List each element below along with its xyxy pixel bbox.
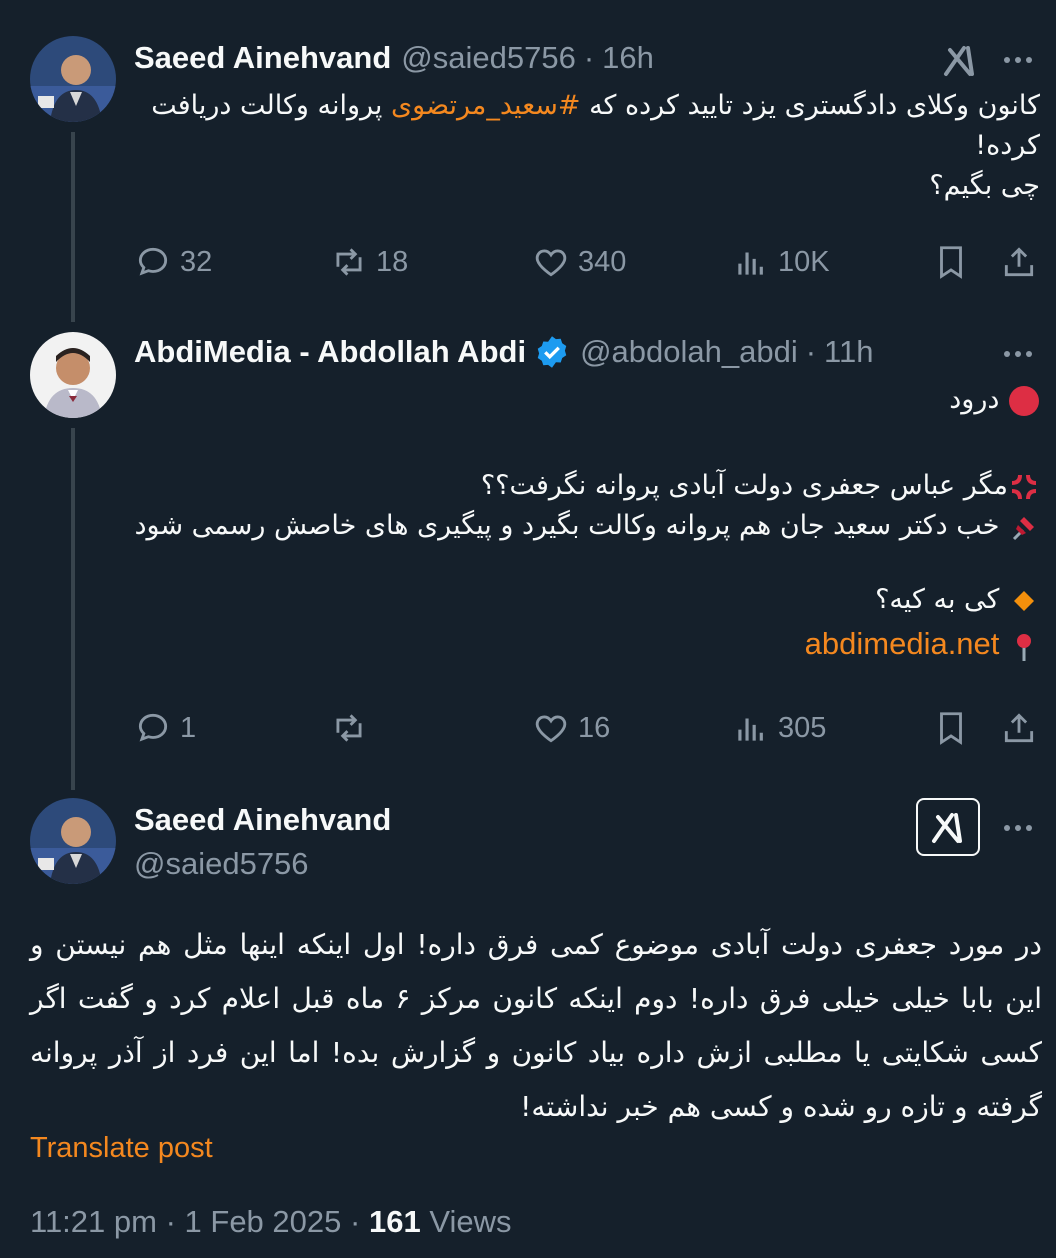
share-icon — [1004, 713, 1034, 743]
like-button[interactable]: 16 — [532, 706, 610, 750]
reply-count: 1 — [180, 711, 197, 744]
like-button[interactable]: 340 — [532, 240, 626, 284]
like-icon — [535, 249, 567, 277]
avatar[interactable] — [30, 36, 116, 122]
views-count: 10K — [778, 245, 830, 278]
translate-post-link[interactable]: Translate post — [30, 1128, 213, 1168]
repost-icon — [336, 714, 362, 742]
author-name[interactable]: Saeed Ainehvand — [134, 800, 391, 840]
verified-icon — [537, 336, 567, 368]
repost-button[interactable]: 18 — [330, 240, 408, 284]
reply-button[interactable]: 32 — [134, 240, 212, 284]
bookmark-button[interactable] — [932, 240, 970, 284]
website-link[interactable]: abdimedia.net — [805, 626, 1000, 661]
timestamp[interactable]: 11h — [824, 332, 873, 372]
like-icon — [535, 715, 567, 743]
post-date[interactable]: 1 Feb 2025 — [185, 1204, 342, 1239]
action-bar: 1 16 305 — [134, 706, 1040, 750]
grok-icon — [932, 813, 962, 843]
grok-icon[interactable] — [940, 40, 980, 80]
like-count: 340 — [578, 245, 627, 278]
timestamp[interactable]: 16h — [602, 38, 654, 78]
pushpin-icon — [1012, 516, 1034, 540]
bookmark-button[interactable] — [932, 706, 970, 750]
separator: · — [583, 40, 595, 75]
tweet-text-part: چی بگیم؟ — [929, 170, 1040, 201]
separator: · — [165, 1204, 176, 1239]
reply-count: 32 — [180, 245, 213, 278]
separator: · — [805, 334, 817, 369]
like-count: 16 — [578, 711, 611, 744]
views-label: Views — [429, 1204, 512, 1239]
author-name[interactable]: Saeed Ainehvand — [134, 38, 391, 78]
tweet-header: Saeed Ainehvand @saied5756 · 16h — [134, 38, 654, 78]
tweet-text-part: کی به کیه؟ — [875, 584, 1000, 615]
more-icon[interactable] — [1000, 336, 1036, 372]
text-line: مگر عباس جعفری دولت آبادی پروانه نگرفت؟؟ — [134, 466, 1040, 506]
tweet-text-part: مگر عباس جعفری دولت آبادی پروانه نگرفت؟؟ — [480, 470, 1008, 501]
author-handle[interactable]: @abdolah_abdi — [580, 332, 798, 372]
repost-button[interactable] — [330, 706, 376, 750]
orange-diamond-icon — [1014, 590, 1034, 611]
views-icon — [738, 718, 763, 741]
share-button[interactable] — [1000, 240, 1038, 284]
tweet-header: AbdiMedia - Abdollah Abdi @abdolah_abdi … — [134, 332, 873, 372]
avatar[interactable] — [30, 798, 116, 884]
round-pushpin-icon — [1017, 633, 1031, 661]
hashtag-link[interactable]: #سعید_مرتضوی — [391, 90, 580, 121]
reply-button[interactable]: 1 — [134, 706, 196, 750]
share-button[interactable] — [1000, 706, 1038, 750]
views-button[interactable]: 10K — [732, 240, 830, 284]
tweet-text-part: درود — [949, 384, 1000, 415]
anger-icon — [1011, 474, 1037, 499]
views-count: 161 — [368, 1204, 421, 1239]
text-line: abdimedia.net — [134, 624, 1040, 666]
author-name[interactable]: AbdiMedia - Abdollah Abdi — [134, 332, 526, 372]
tweet-text: درود مگر عباس جعفری دولت آبادی پروانه نگ… — [134, 380, 1040, 666]
more-icon[interactable] — [1000, 42, 1036, 78]
post-meta: 11:21 pm · 1 Feb 2025 · 161 Views — [30, 1202, 511, 1242]
repost-count: 18 — [376, 245, 409, 278]
red-circle-icon — [1009, 385, 1039, 416]
author-handle[interactable]: @saied5756 — [401, 38, 576, 78]
bookmark-icon — [940, 246, 962, 279]
share-icon — [1004, 247, 1034, 277]
tweet-text: کانون وکلای دادگستری یزد تایید کرده که #… — [134, 86, 1040, 206]
text-line: کی به کیه؟ — [134, 580, 1040, 620]
tweet-text-part: خب دکتر سعید جان هم پروانه وکالت بگیرد و… — [134, 510, 1000, 541]
grok-button[interactable] — [916, 798, 980, 856]
views-icon — [738, 252, 763, 275]
reply-icon — [138, 713, 168, 742]
tweet-text: در مورد جعفری دولت آبادی موضوع کمی فرق د… — [30, 928, 1042, 1123]
post-time[interactable]: 11:21 pm — [30, 1204, 157, 1239]
thread-line — [71, 428, 75, 790]
text-line: درود — [134, 380, 1040, 420]
separator: · — [350, 1204, 361, 1239]
tweet-text-part: کانون وکلای دادگستری یزد تایید کرده که — [580, 90, 1040, 121]
bookmark-icon — [940, 712, 962, 745]
avatar[interactable] — [30, 332, 116, 418]
author-handle[interactable]: @saied5756 — [134, 844, 309, 884]
views-button[interactable]: 305 — [732, 706, 826, 750]
repost-icon — [336, 248, 362, 276]
text-line: خب دکتر سعید جان هم پروانه وکالت بگیرد و… — [134, 506, 1040, 546]
reply-icon — [138, 247, 168, 276]
thread-line — [71, 132, 75, 322]
action-bar: 32 18 340 10K — [134, 240, 1040, 284]
views-count: 305 — [778, 711, 827, 744]
more-icon[interactable] — [1000, 810, 1036, 846]
